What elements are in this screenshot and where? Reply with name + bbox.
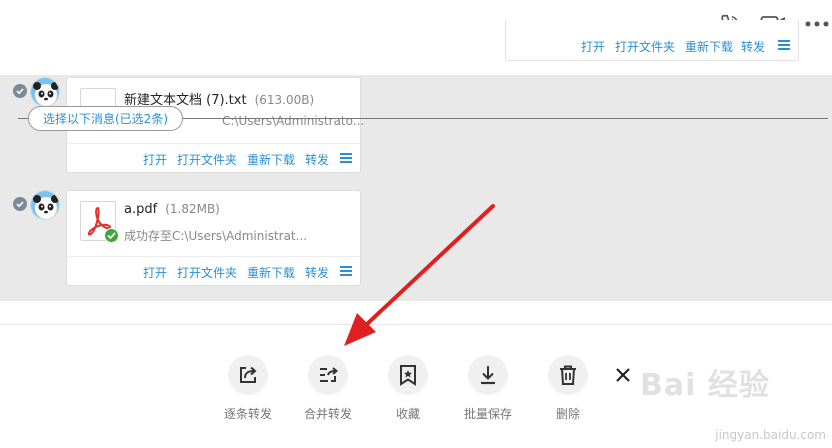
forward-one-by-one-button[interactable]: 逐条转发 <box>218 355 278 422</box>
watermark-logo: Bai 经验 <box>640 368 770 403</box>
close-icon[interactable] <box>612 364 634 386</box>
file-size: (1.82MB) <box>165 202 220 216</box>
open-link[interactable]: 打开 <box>581 38 605 55</box>
file-actions: 打开 打开文件夹 重新下载 转发 <box>67 256 360 285</box>
toolbar-separator <box>0 324 832 325</box>
forward-link[interactable]: 转发 <box>305 151 329 168</box>
forward-link[interactable]: 转发 <box>305 264 329 281</box>
file-message-card[interactable]: a.pdf (1.82MB) 成功存至C:\Users\Administrat..… <box>66 190 361 286</box>
share-icon <box>228 355 268 395</box>
file-path: 成功存至C:\Users\Administrat... <box>124 229 308 243</box>
redownload-link[interactable]: 重新下载 <box>247 151 295 168</box>
checked-icon[interactable] <box>13 84 27 98</box>
previous-file-card: 打开 打开文件夹 重新下载 转发 <box>505 20 799 61</box>
watermark-url: jingyan.baidu.com <box>715 428 826 442</box>
avatar[interactable] <box>30 77 60 107</box>
menu-icon[interactable] <box>340 266 352 276</box>
avatar[interactable] <box>30 190 60 220</box>
select-following-button[interactable]: 选择以下消息(已选2条) <box>28 106 183 131</box>
file-name: a.pdf (1.82MB) <box>124 202 220 217</box>
menu-icon[interactable] <box>340 153 352 163</box>
redownload-link[interactable]: 重新下载 <box>685 38 733 55</box>
file-path: C:\Users\Administrato... <box>222 114 365 128</box>
redownload-link[interactable]: 重新下载 <box>247 264 295 281</box>
delete-button[interactable]: 删除 <box>538 355 598 422</box>
file-actions: 打开 打开文件夹 重新下载 转发 <box>67 143 360 172</box>
more-icon[interactable] <box>804 12 830 36</box>
favorite-button[interactable]: 收藏 <box>378 355 438 422</box>
bookmark-icon <box>388 355 428 395</box>
file-size: (613.00B) <box>254 93 315 107</box>
file-info: a.pdf (1.82MB) 成功存至C:\Users\Administrat..… <box>67 191 360 248</box>
merge-forward-button[interactable]: 合并转发 <box>298 355 358 422</box>
tool-label: 逐条转发 <box>223 407 272 421</box>
tool-label: 批量保存 <box>463 407 512 421</box>
pdf-file-icon <box>80 201 119 243</box>
open-folder-link[interactable]: 打开文件夹 <box>615 38 675 55</box>
menu-icon[interactable] <box>778 40 790 50</box>
tool-label: 收藏 <box>395 407 420 421</box>
tool-label: 删除 <box>555 407 580 421</box>
open-link[interactable]: 打开 <box>143 264 167 281</box>
batch-save-button[interactable]: 批量保存 <box>458 355 518 422</box>
checked-icon[interactable] <box>13 197 27 211</box>
download-icon <box>468 355 508 395</box>
tool-label: 合并转发 <box>303 407 352 421</box>
open-folder-link[interactable]: 打开文件夹 <box>177 151 237 168</box>
open-link[interactable]: 打开 <box>143 151 167 168</box>
forward-link[interactable]: 转发 <box>741 38 765 55</box>
merge-forward-icon <box>308 355 348 395</box>
baidu-jingyan-watermark: Bai 经验 jingyan.baidu.com <box>636 352 832 448</box>
open-folder-link[interactable]: 打开文件夹 <box>177 264 237 281</box>
trash-icon <box>548 355 588 395</box>
